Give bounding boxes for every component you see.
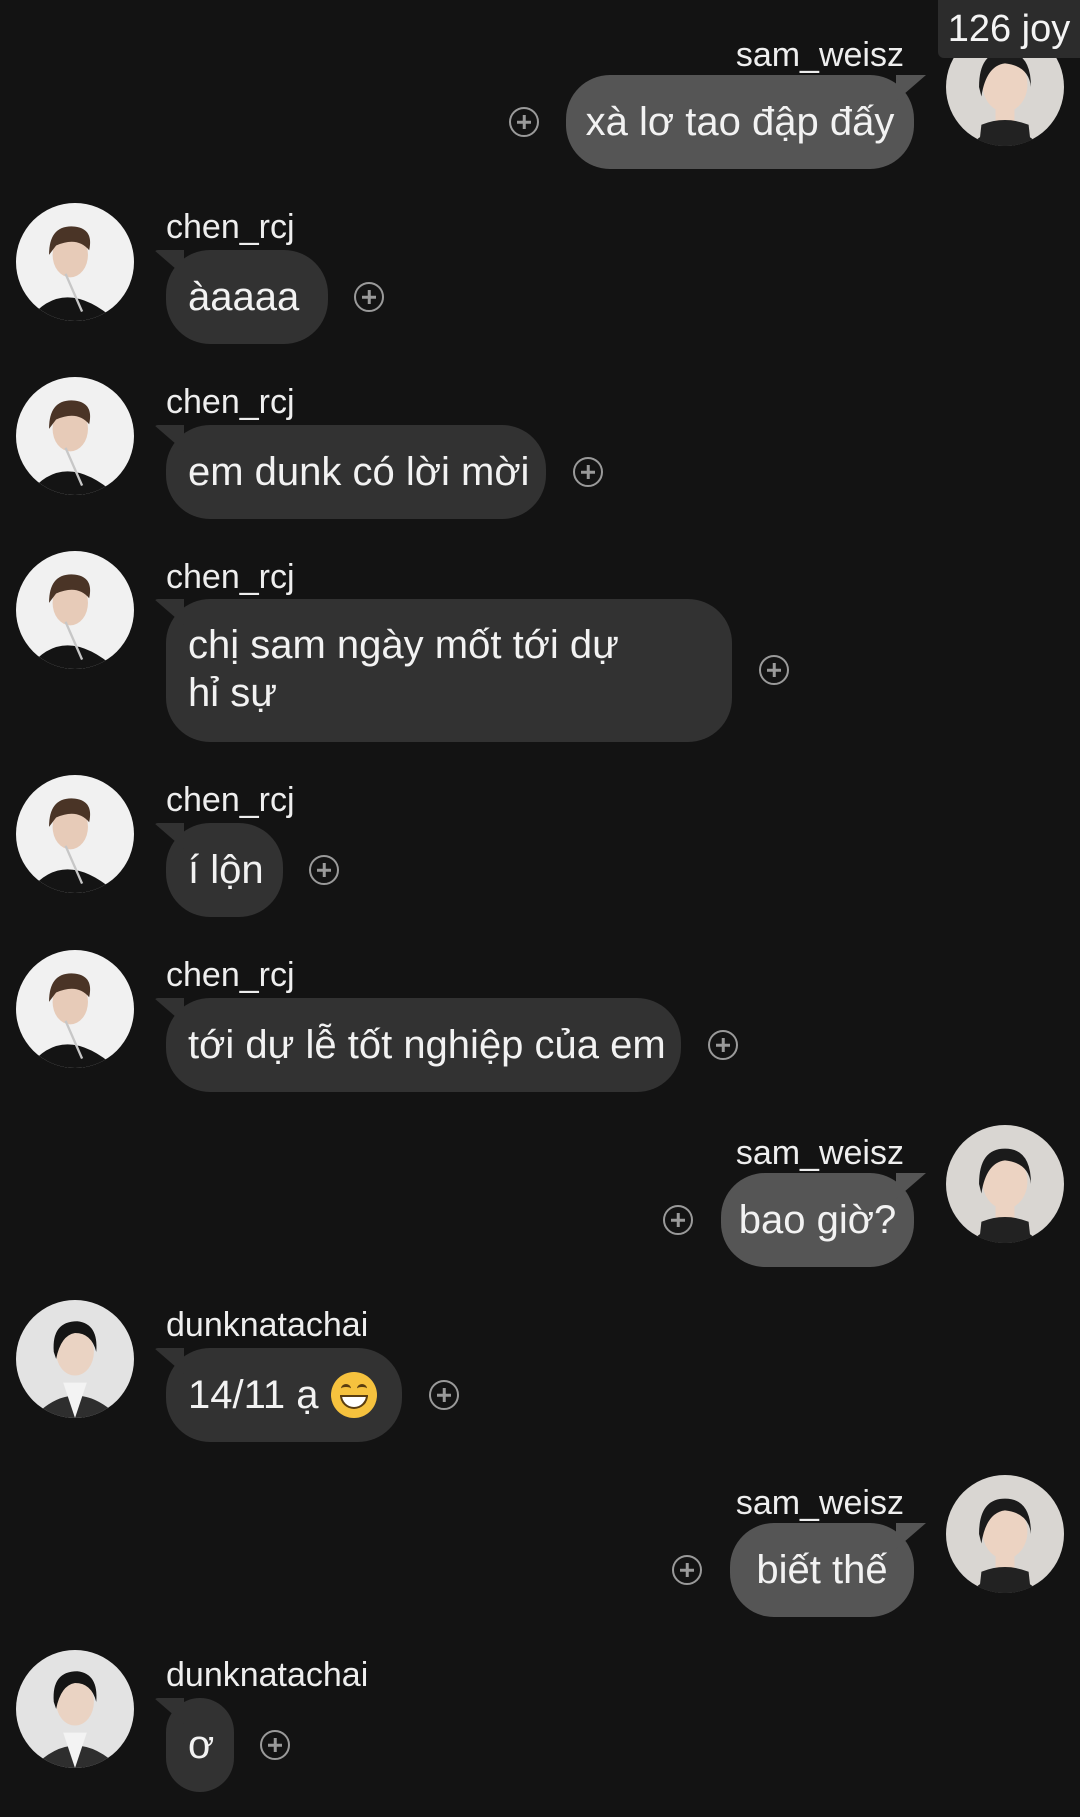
add-reaction-icon[interactable] [429, 1380, 459, 1410]
message-bubble[interactable]: em dunk có lời mời [166, 425, 546, 519]
message-text: xà lơ tao đập đấy [585, 100, 895, 144]
add-reaction-icon[interactable] [309, 855, 339, 885]
message-text: bao giờ? [738, 1198, 897, 1242]
message-text: í lộn [188, 848, 264, 892]
username: sam_weisz [735, 1134, 904, 1172]
avatar-dunknatachai[interactable] [16, 1650, 134, 1768]
add-reaction-icon[interactable] [663, 1205, 693, 1235]
username: chen_rcj [166, 208, 295, 246]
message-text: chị sam ngày mốt tới dự hỉ sự [188, 623, 619, 715]
avatar-chen-rcj[interactable] [16, 551, 134, 669]
username: dunknatachai [166, 1306, 369, 1344]
message-text: 14/11 ạ [188, 1373, 319, 1417]
grinning-face-emoji [330, 1372, 377, 1418]
message-text: tới dự lễ tốt nghiệp của em [188, 1023, 666, 1067]
add-reaction-icon[interactable] [573, 457, 603, 487]
message-bubble[interactable]: ơ [166, 1698, 234, 1792]
message-text: em dunk có lời mời [188, 450, 530, 494]
message-text: biết thế [756, 1548, 888, 1592]
add-reaction-icon[interactable] [708, 1030, 738, 1060]
username: chen_rcj [166, 781, 295, 819]
avatar-sam-weisz[interactable] [946, 1125, 1064, 1243]
avatar-dunknatachai[interactable] [16, 1300, 134, 1418]
username: chen_rcj [166, 383, 295, 421]
username: sam_weisz [735, 1484, 904, 1522]
avatar-chen-rcj[interactable] [16, 775, 134, 893]
add-reaction-icon[interactable] [759, 655, 789, 685]
message-bubble[interactable]: bao giờ? [721, 1173, 914, 1267]
message-bubble[interactable]: 14/11 ạ [166, 1348, 402, 1442]
add-reaction-icon[interactable] [672, 1555, 702, 1585]
message-text: àaaaa [188, 275, 300, 319]
message-bubble[interactable]: àaaaa [166, 250, 328, 344]
message-bubble[interactable]: biết thế [730, 1523, 914, 1617]
avatar-chen-rcj[interactable] [16, 203, 134, 321]
message-bubble[interactable]: tới dự lễ tốt nghiệp của em [166, 998, 681, 1092]
avatar-chen-rcj[interactable] [16, 377, 134, 495]
username: dunknatachai [166, 1656, 369, 1694]
add-reaction-icon[interactable] [509, 107, 539, 137]
avatar-sam-weisz[interactable] [946, 1475, 1064, 1593]
username: chen_rcj [166, 956, 295, 994]
add-reaction-icon[interactable] [260, 1730, 290, 1760]
watermark-label: 126 joy [938, 0, 1080, 58]
message-bubble[interactable]: í lộn [166, 823, 283, 917]
username: sam_weisz [735, 36, 904, 74]
message-bubble[interactable]: xà lơ tao đập đấy [566, 75, 914, 169]
message-bubble[interactable]: chị sam ngày mốt tới dự hỉ sự [166, 599, 732, 742]
avatar-chen-rcj[interactable] [16, 950, 134, 1068]
add-reaction-icon[interactable] [354, 282, 384, 312]
username: chen_rcj [166, 558, 295, 596]
message-text: ơ [188, 1723, 215, 1767]
